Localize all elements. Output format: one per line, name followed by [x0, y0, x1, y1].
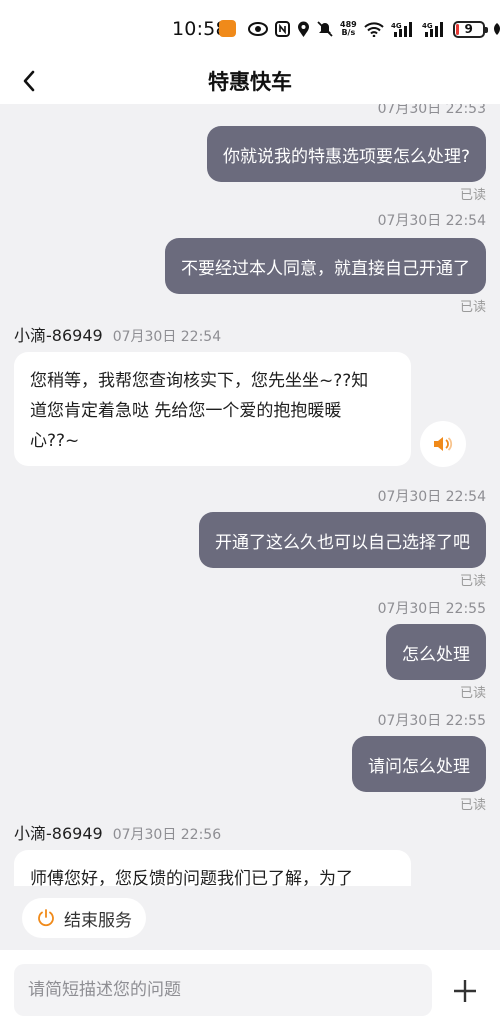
status-icons: 489 B/s 4G 4G 9: [248, 18, 500, 40]
outgoing-message[interactable]: 你就说我的特惠选项要怎么处理?: [206, 126, 486, 182]
speaker-icon: [434, 437, 453, 451]
app-notification-icon: [219, 20, 236, 37]
add-button[interactable]: [448, 974, 482, 1008]
svg-text:4G: 4G: [422, 22, 433, 30]
sender-name: 小滴-86949: [14, 824, 103, 843]
network-speed: 489 B/s: [340, 20, 357, 37]
end-service-label: 结束服务: [64, 910, 132, 931]
wifi-icon: [364, 21, 384, 37]
plus-icon: [454, 980, 476, 1002]
status-bar: 10:58 489 B/s 4G 4G 9: [0, 0, 500, 58]
sender-name: 小滴-86949: [14, 326, 103, 345]
read-receipt: 已读: [459, 798, 486, 813]
outgoing-message[interactable]: 怎么处理: [386, 624, 486, 680]
read-receipt: 已读: [459, 686, 486, 701]
sender-line: 小滴-86949 07月30日 22:54: [14, 322, 221, 346]
page-title: 特惠快车: [208, 70, 292, 94]
end-service-button[interactable]: 结束服务: [22, 898, 146, 938]
signal-icon-2: 4G: [422, 21, 446, 37]
message-timestamp: 07月30日 22:54: [377, 213, 486, 229]
mute-icon: [317, 21, 333, 37]
leaf-icon: [492, 22, 500, 36]
message-timestamp: 07月30日 22:55: [377, 713, 486, 729]
incoming-message[interactable]: 师傅您好，您反馈的问题我们已了解，为了: [14, 850, 411, 886]
message-timestamp: 07月30日 22:54: [112, 329, 222, 345]
signal-icon-1: 4G: [391, 21, 415, 37]
read-receipt: 已读: [459, 300, 486, 315]
message-line: 您稍等，我帮您查询核实下，您先坐坐~??知: [30, 371, 369, 391]
message-input[interactable]: [14, 964, 432, 1016]
end-service-bar: 结束服务: [0, 886, 500, 950]
battery-icon: 9: [452, 20, 488, 38]
outgoing-message[interactable]: 请问怎么处理: [352, 736, 486, 792]
message-timestamp: 07月30日 22:54: [377, 489, 486, 505]
outgoing-message[interactable]: 开通了这么久也可以自己选择了吧: [199, 512, 486, 568]
message-line: 道您肯定着急哒 先给您一个爱的抱抱暖暖: [30, 401, 342, 421]
read-receipt: 已读: [459, 574, 486, 589]
input-bar: [0, 950, 500, 1017]
message-timestamp: 07月30日 22:56: [112, 827, 222, 843]
location-icon: [297, 21, 310, 38]
incoming-message[interactable]: 您稍等，我帮您查询核实下，您先坐坐~??知 道您肯定着急哒 先给您一个爱的抱抱暖…: [14, 352, 411, 466]
message-line: 师傅您好，您反馈的问题我们已了解，为了: [30, 869, 353, 886]
svg-text:4G: 4G: [391, 22, 402, 30]
message-timestamp: 07月30日 22:53: [377, 104, 486, 117]
power-icon: [38, 909, 54, 927]
nfc-icon: [275, 21, 290, 37]
message-timestamp: 07月30日 22:55: [377, 601, 486, 617]
header: 特惠快车: [0, 58, 500, 104]
sender-line: 小滴-86949 07月30日 22:56: [14, 820, 221, 844]
read-receipt: 已读: [459, 188, 486, 203]
message-line: 心??~: [30, 431, 80, 451]
outgoing-message[interactable]: 不要经过本人同意，就直接自己开通了: [165, 238, 486, 294]
play-audio-button[interactable]: [420, 421, 466, 467]
eye-icon: [248, 22, 268, 36]
chat-area[interactable]: 07月30日 22:53 你就说我的特惠选项要怎么处理? 已读 07月30日 2…: [0, 104, 500, 886]
